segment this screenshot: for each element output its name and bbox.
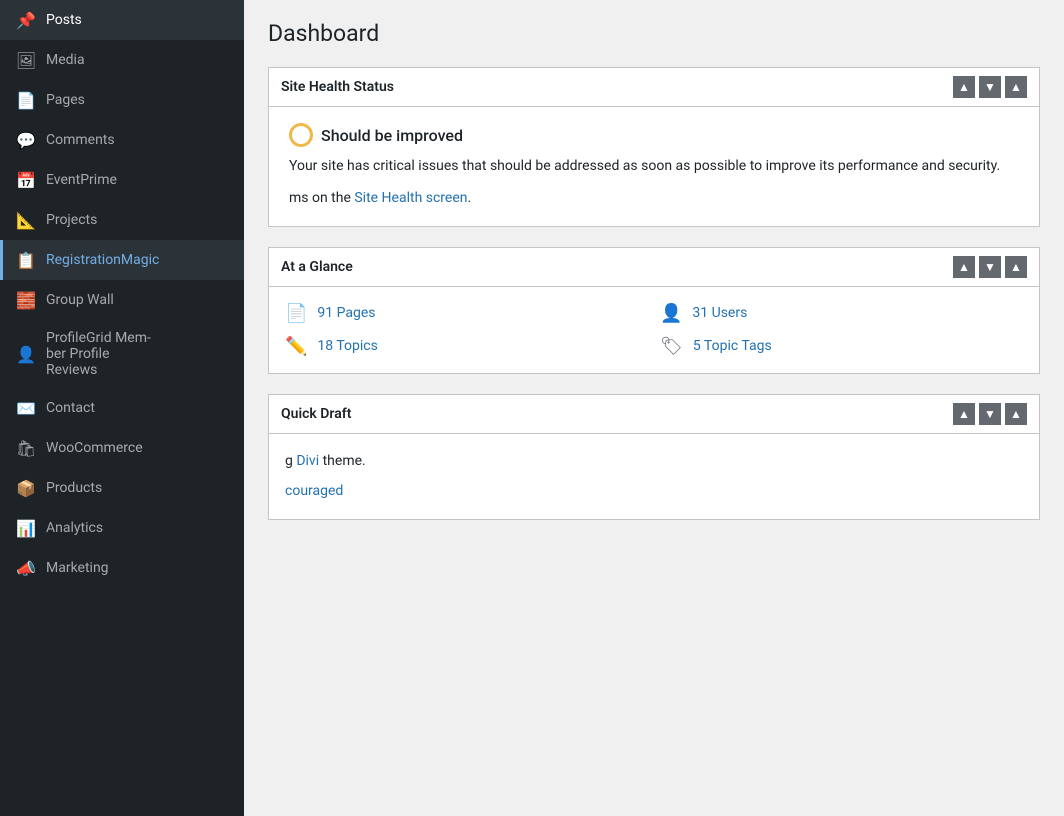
profilegrid-icon: 👤 [16,344,36,364]
sidebar-item-comments[interactable]: 💬 Comments [0,120,244,160]
health-link-text: ms on the Site Health screen. [289,187,1019,209]
theme-info-body: g Divi theme. couraged [269,434,1039,519]
pages-icon: 📄 [16,90,36,110]
sidebar-item-posts[interactable]: 📌 Posts [0,0,244,40]
sidebar-item-contact[interactable]: ✉️ Contact [0,388,244,428]
quick-draft-widget: Quick Draft ▲ ▼ ▲ g Divi theme. couraged [268,394,1040,520]
sidebar-item-groupwall[interactable]: 🧱 Group Wall [0,280,244,320]
registrationmagic-icon: 📋 [16,250,36,270]
groupwall-icon: 🧱 [16,290,36,310]
health-status-label: Should be improved [289,123,1019,147]
site-health-link[interactable]: Site Health screen [354,190,467,206]
woocommerce-icon: 🛍 [16,438,36,458]
quick-draft-title: Quick Draft [281,406,351,422]
widget-collapse-down-button[interactable]: ▼ [979,76,1001,98]
sidebar-item-pages[interactable]: 📄 Pages [0,80,244,120]
quick-draft-up-button[interactable]: ▲ [953,403,975,425]
health-circle-icon [289,123,313,147]
widget-collapse-up-button[interactable]: ▲ [953,76,975,98]
sidebar-item-label: Projects [46,212,97,228]
discouraged-text: couraged [285,480,1023,502]
at-glance-widget: At a Glance ▲ ▼ ▲ 📄 91 Pages 👤 31 Users … [268,247,1040,374]
theme-text: g Divi theme. [285,450,1023,472]
site-health-widget: Site Health Status ▲ ▼ ▲ Should be impro… [268,67,1040,227]
sidebar-item-registrationmagic[interactable]: 📋 RegistrationMagic All Forms Inbox Cust… [0,240,244,280]
topics-stat-icon: ✏️ [285,336,307,357]
at-glance-up-button[interactable]: ▲ [953,256,975,278]
sidebar-item-label: Comments [46,132,115,148]
comments-icon: 💬 [16,130,36,150]
pages-stat-icon: 📄 [285,303,307,324]
sidebar: 📌 Posts 🖼 Media 📄 Pages 💬 Comments 📅 Eve… [0,0,244,816]
topic-tags-stat-icon: 🏷 [660,336,683,357]
quick-draft-down-button[interactable]: ▼ [979,403,1001,425]
products-icon: 📦 [16,478,36,498]
health-description: Your site has critical issues that shoul… [289,155,1019,177]
health-status-text: Should be improved [321,126,463,145]
at-glance-header: At a Glance ▲ ▼ ▲ [269,248,1039,287]
sidebar-item-marketing[interactable]: 📣 Marketing [0,548,244,588]
marketing-icon: 📣 [16,558,36,578]
main-content: Dashboard Site Health Status ▲ ▼ ▲ Shoul… [244,0,1064,816]
at-glance-close-button[interactable]: ▲ [1005,256,1027,278]
sidebar-item-eventprime[interactable]: 📅 EventPrime [0,160,244,200]
stat-topic-tags: 🏷 5 Topic Tags [660,336,1023,357]
quick-draft-header: Quick Draft ▲ ▼ ▲ [269,395,1039,434]
sidebar-item-analytics[interactable]: 📊 Analytics [0,508,244,548]
at-glance-title: At a Glance [281,259,353,275]
divi-theme-link[interactable]: Divi [296,453,319,469]
sidebar-item-label: Pages [46,92,85,108]
analytics-icon: 📊 [16,518,36,538]
at-glance-controls: ▲ ▼ ▲ [953,256,1027,278]
media-icon: 🖼 [16,50,36,70]
topic-tags-stat-link[interactable]: 5 Topic Tags [693,338,772,354]
sidebar-item-label: Media [46,52,85,68]
sidebar-item-profilegrid[interactable]: 👤 ProfileGrid Mem-ber ProfileReviews [0,320,244,388]
site-health-body: Should be improved Your site has critica… [269,107,1039,226]
users-stat-link[interactable]: 31 Users [692,305,747,321]
projects-icon: 📐 [16,210,36,230]
site-health-title: Site Health Status [281,79,394,95]
users-stat-icon: 👤 [660,303,682,324]
sidebar-item-label: Posts [46,12,82,28]
quick-draft-controls: ▲ ▼ ▲ [953,403,1027,425]
pages-stat-link[interactable]: 91 Pages [317,305,375,321]
contact-icon: ✉️ [16,398,36,418]
stat-topics: ✏️ 18 Topics [285,336,648,357]
quick-draft-close-button[interactable]: ▲ [1005,403,1027,425]
widget-close-button[interactable]: ▲ [1005,76,1027,98]
sidebar-item-label: Marketing [46,560,109,576]
sidebar-item-label: Analytics [46,520,103,536]
sidebar-item-label: EventPrime [46,172,117,188]
site-health-widget-header: Site Health Status ▲ ▼ ▲ [269,68,1039,107]
sidebar-item-label: RegistrationMagic [46,252,159,268]
eventprime-icon: 📅 [16,170,36,190]
sidebar-item-products[interactable]: 📦 Products [0,468,244,508]
widget-controls: ▲ ▼ ▲ [953,76,1027,98]
sidebar-item-label: Contact [46,400,95,416]
stats-grid: 📄 91 Pages 👤 31 Users ✏️ 18 Topics 🏷 5 T… [269,287,1039,373]
stat-pages: 📄 91 Pages [285,303,648,324]
sidebar-item-label: WooCommerce [46,440,143,456]
page-title: Dashboard [268,20,1040,47]
sidebar-item-projects[interactable]: 📐 Projects [0,200,244,240]
at-glance-down-button[interactable]: ▼ [979,256,1001,278]
sidebar-item-woocommerce[interactable]: 🛍 WooCommerce [0,428,244,468]
sidebar-item-label: Group Wall [46,292,114,308]
sidebar-item-media[interactable]: 🖼 Media [0,40,244,80]
sidebar-item-label: Products [46,480,102,496]
topics-stat-link[interactable]: 18 Topics [317,338,377,354]
discouraged-link[interactable]: couraged [285,483,343,499]
posts-icon: 📌 [16,10,36,30]
stat-users: 👤 31 Users [660,303,1023,324]
sidebar-item-label: ProfileGrid Mem-ber ProfileReviews [46,330,151,378]
